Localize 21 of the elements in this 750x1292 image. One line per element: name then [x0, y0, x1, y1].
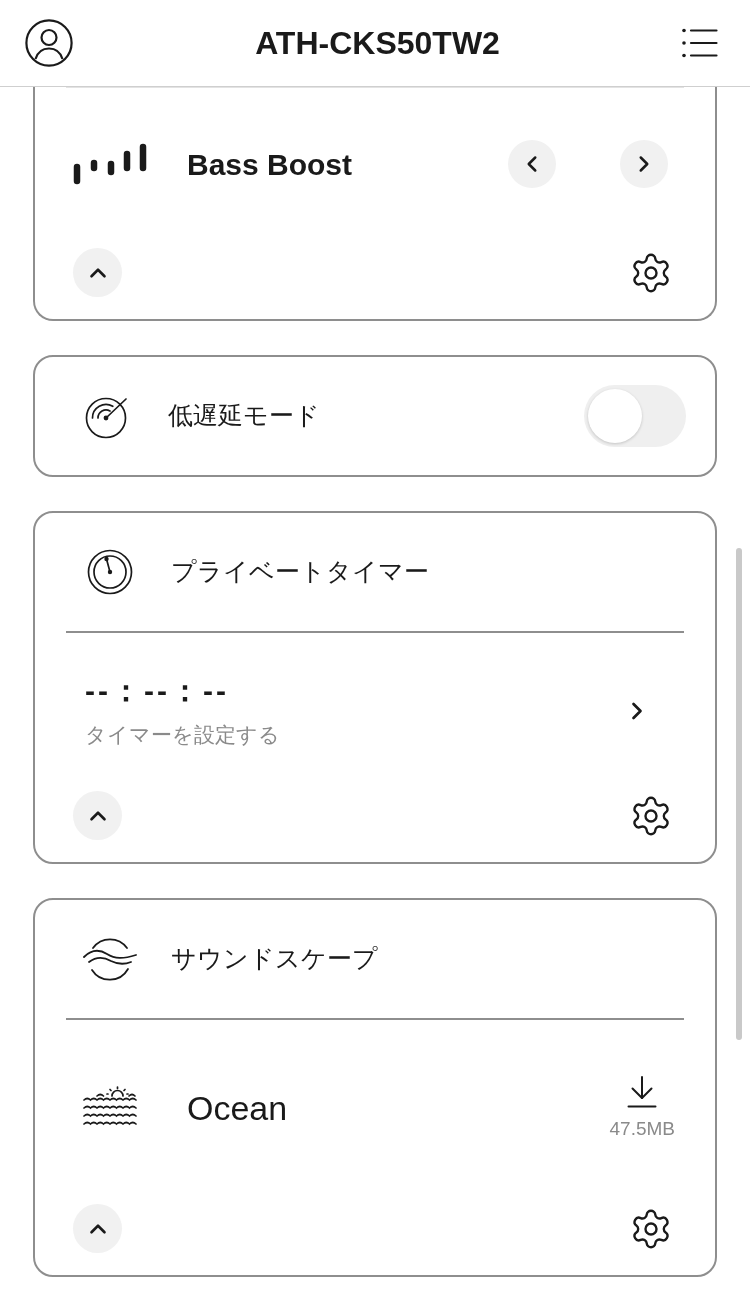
- equalizer-icon: [73, 143, 147, 185]
- wave-circle-icon: [83, 936, 137, 982]
- previous-button[interactable]: [508, 140, 556, 188]
- device-title: ATH-CKS50TW2: [255, 24, 500, 63]
- timer-caption: タイマーを設定する: [85, 722, 280, 748]
- collapse-button[interactable]: [73, 791, 122, 840]
- download-icon[interactable]: [627, 1076, 658, 1108]
- user-icon[interactable]: [25, 19, 73, 67]
- section-title: サウンドスケープ: [171, 943, 378, 975]
- section-title: プライベートタイマー: [171, 556, 429, 588]
- collapse-button[interactable]: [73, 1204, 122, 1253]
- menu-icon[interactable]: [682, 28, 718, 58]
- track-name: Ocean: [187, 1087, 288, 1129]
- next-button[interactable]: [620, 140, 668, 188]
- timer-value: --：--：--: [85, 673, 230, 709]
- file-size: 47.5MB: [609, 1118, 675, 1140]
- timer-icon: [87, 549, 133, 595]
- preset-name: Bass Boost: [187, 146, 353, 183]
- collapse-button[interactable]: [73, 248, 122, 297]
- scrollbar[interactable]: [736, 548, 742, 1040]
- setting-label: 低遅延モード: [168, 400, 320, 432]
